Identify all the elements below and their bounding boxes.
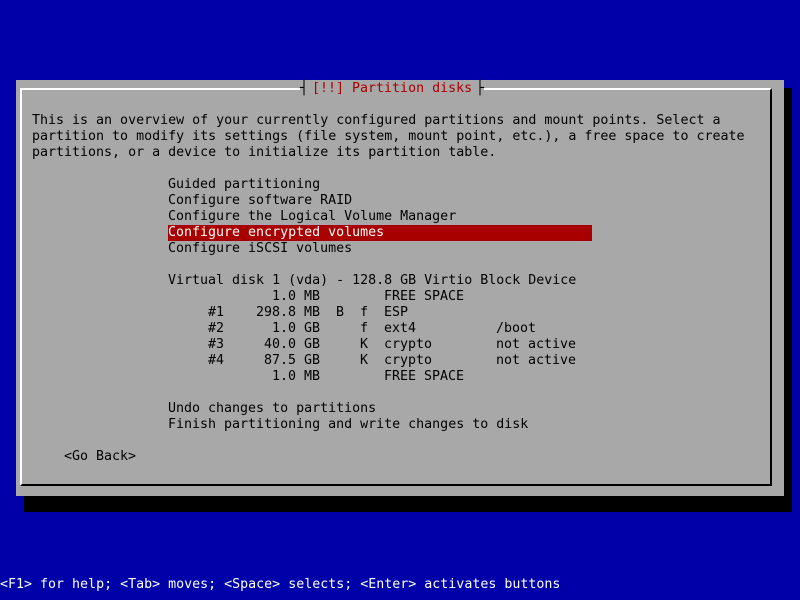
description-line: partitions, or a device to initialize it…: [32, 145, 497, 160]
description-line: partition to modify its settings (file s…: [32, 129, 745, 144]
menu-item-configure-encrypted-volumes[interactable]: Configure encrypted volumes: [168, 225, 592, 241]
disk-header-vda[interactable]: Virtual disk 1 (vda) - 128.8 GB Virtio B…: [168, 273, 576, 289]
partition-flag-keep: K: [360, 337, 369, 352]
menu-item-configure-software-raid[interactable]: Configure software RAID: [168, 193, 352, 209]
partition-flag-bootable: B: [336, 305, 345, 320]
partition-size: 1.0 MB: [272, 369, 321, 384]
undo-changes-item[interactable]: Undo changes to partitions: [168, 401, 376, 417]
partition-size: 298.8 MB: [256, 305, 321, 320]
go-back-button[interactable]: <Go Back>: [64, 449, 136, 465]
partition-size: 40.0 GB: [264, 337, 321, 352]
menu-item-configure-iscsi-volumes[interactable]: Configure iSCSI volumes: [168, 241, 352, 257]
menu-item-configure-lvm[interactable]: Configure the Logical Volume Manager: [168, 209, 456, 225]
partition-flag-format: f: [360, 321, 369, 336]
menu-item-guided-partitioning[interactable]: Guided partitioning: [168, 177, 320, 193]
description-line: This is an overview of your currently co…: [32, 113, 721, 128]
partition-mount: not active: [496, 353, 577, 368]
dialog-title: [!!] Partition disks: [312, 81, 473, 96]
partition-fs: crypto: [384, 353, 433, 368]
partition-number: #3: [208, 337, 225, 352]
partition-mount: /boot: [496, 321, 537, 336]
partition-size: 87.5 GB: [264, 353, 321, 368]
partition-mount: not active: [496, 337, 577, 352]
finish-partitioning-item[interactable]: Finish partitioning and write changes to…: [168, 417, 528, 433]
partition-size: 1.0 MB: [272, 289, 321, 304]
partition-number: #1: [208, 305, 225, 320]
partition-number: #4: [208, 353, 225, 368]
partition-size: 1.0 GB: [272, 321, 321, 336]
partition-flag-format: f: [360, 305, 369, 320]
help-footer-text: <F1> for help; <Tab> moves; <Space> sele…: [0, 577, 561, 592]
partition-fs: ext4: [384, 321, 417, 336]
title-left-bracket: ┤: [300, 81, 309, 96]
partition-flag-keep: K: [360, 353, 369, 368]
partition-fs: FREE SPACE: [384, 369, 465, 384]
partition-fs: crypto: [384, 337, 433, 352]
partition-fs: FREE SPACE: [384, 289, 465, 304]
partition-number: #2: [208, 321, 225, 336]
help-footer: <F1> for help; <Tab> moves; <Space> sele…: [0, 576, 800, 600]
partition-fs: ESP: [384, 305, 409, 320]
title-right-bracket: ├: [476, 81, 485, 96]
